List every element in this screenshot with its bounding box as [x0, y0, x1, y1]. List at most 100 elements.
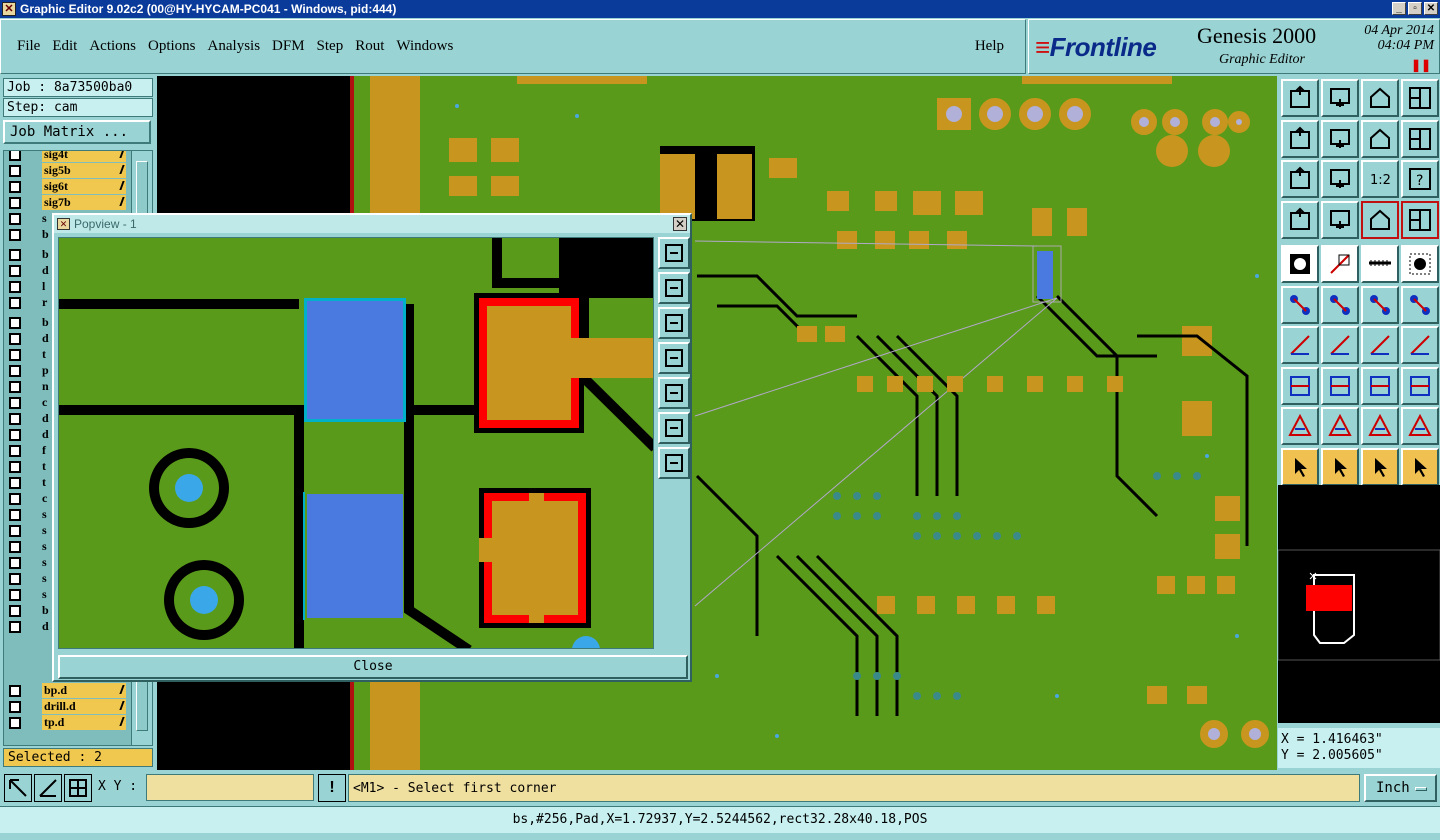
undo-view-button[interactable]: [1361, 119, 1399, 158]
layer-row[interactable]: tp.d: [4, 715, 128, 731]
layer-checkbox[interactable]: [9, 493, 21, 505]
layer-name-partial[interactable]: b: [42, 247, 49, 262]
layer-checkbox[interactable]: [9, 281, 21, 293]
popview-pan-left-button[interactable]: [658, 342, 690, 374]
redraw-button[interactable]: [1401, 119, 1439, 158]
layer-name-partial[interactable]: s: [42, 211, 47, 226]
arc-red-button[interactable]: [1361, 407, 1399, 445]
layer-row[interactable]: sig7b: [4, 195, 128, 211]
layer-row[interactable]: sig6t: [4, 179, 128, 195]
layer-name-partial[interactable]: d: [42, 427, 49, 442]
zoom-home-button[interactable]: [1281, 79, 1319, 117]
arc-red-2-button[interactable]: [1401, 407, 1439, 445]
menu-options[interactable]: Options: [148, 38, 196, 55]
layer-name-partial[interactable]: b: [42, 315, 49, 330]
layer-name[interactable]: drill.d: [42, 699, 126, 714]
layer-name[interactable]: sig6t: [42, 179, 126, 194]
layer-checkbox[interactable]: [9, 717, 21, 729]
line-cut-button[interactable]: [1321, 366, 1359, 405]
layer-name[interactable]: tp.d: [42, 715, 126, 730]
layer-checkbox[interactable]: [9, 297, 21, 309]
layer-name-partial[interactable]: s: [42, 587, 47, 602]
menu-help[interactable]: Help: [975, 38, 1004, 55]
job-matrix-button[interactable]: Job Matrix ...: [3, 120, 151, 144]
layer-row[interactable]: drill.d: [4, 699, 128, 715]
line-draw-button[interactable]: [1321, 326, 1359, 364]
cross-tool-button[interactable]: [1401, 326, 1439, 364]
pan-right-button[interactable]: [1321, 119, 1359, 158]
popview-close-icon[interactable]: ✕: [673, 217, 687, 231]
layer-checkbox[interactable]: [9, 229, 21, 241]
layer-name-partial[interactable]: d: [42, 331, 49, 346]
layer-checkbox[interactable]: [9, 249, 21, 261]
layer-name-partial[interactable]: d: [42, 263, 49, 278]
menu-dfm[interactable]: DFM: [272, 38, 305, 55]
layer-name[interactable]: bp.d: [42, 683, 126, 698]
layer-checkbox[interactable]: [9, 365, 21, 377]
layer-name-partial[interactable]: s: [42, 555, 47, 570]
ratio-one-button[interactable]: 1:2: [1361, 160, 1399, 198]
menu-actions[interactable]: Actions: [89, 38, 136, 55]
layer-checkbox[interactable]: [9, 397, 21, 409]
feature-blue-button[interactable]: [1401, 366, 1439, 405]
triangle-tool-button[interactable]: [1281, 407, 1319, 445]
layer-checkbox[interactable]: [9, 509, 21, 521]
fit-all-button[interactable]: [1281, 160, 1319, 198]
layer-checkbox[interactable]: [9, 461, 21, 473]
layer-checkbox[interactable]: [9, 701, 21, 713]
overview-map[interactable]: [1277, 485, 1440, 723]
layer-name-partial[interactable]: d: [42, 619, 49, 634]
zoom-in-box-button[interactable]: [1321, 79, 1359, 117]
layer-name-partial[interactable]: p: [42, 363, 49, 378]
menu-edit[interactable]: Edit: [52, 38, 77, 55]
pointer-net-button[interactable]: [1401, 447, 1439, 486]
layer-name[interactable]: sig5b: [42, 163, 126, 178]
layer-row[interactable]: sig5b: [4, 163, 128, 179]
restore-button[interactable]: ▫: [1408, 2, 1422, 15]
popview-fit-view-button[interactable]: [658, 412, 690, 444]
fill-mode-button[interactable]: [1281, 245, 1319, 283]
layer-name-partial[interactable]: t: [42, 347, 46, 362]
single-layer-button[interactable]: [1401, 245, 1439, 283]
popview-zoom-out-button[interactable]: [658, 272, 690, 304]
minimize-button[interactable]: _: [1392, 2, 1406, 15]
layer-settings-button[interactable]: [1281, 200, 1319, 239]
layer-checkbox[interactable]: [9, 349, 21, 361]
layer-checkbox[interactable]: [9, 525, 21, 537]
xy-input[interactable]: [146, 774, 314, 801]
layer-name[interactable]: sig4t: [42, 151, 126, 162]
layer-name-partial[interactable]: f: [42, 443, 46, 458]
layer-name-partial[interactable]: c: [42, 491, 47, 506]
menu-analysis[interactable]: Analysis: [208, 38, 261, 55]
layer-name-partial[interactable]: s: [42, 539, 47, 554]
layer-checkbox[interactable]: [9, 589, 21, 601]
layer-checkbox[interactable]: [9, 265, 21, 277]
popview-title-bar[interactable]: ✕ Popview - 1: [54, 215, 690, 233]
snap-red-2-button[interactable]: [1401, 200, 1439, 239]
layer-checkbox[interactable]: [9, 541, 21, 553]
layer-checkbox[interactable]: [9, 333, 21, 345]
close-node-button[interactable]: [1321, 285, 1359, 324]
layer-name-partial[interactable]: s: [42, 571, 47, 586]
layer-checkbox[interactable]: [9, 429, 21, 441]
layer-checkbox[interactable]: [9, 213, 21, 225]
popview-close-button[interactable]: Close: [58, 655, 688, 679]
popview-zoom-home-button[interactable]: [658, 307, 690, 339]
feature-add-button[interactable]: [1281, 366, 1319, 405]
layer-checkbox[interactable]: [9, 413, 21, 425]
menu-file[interactable]: File: [17, 38, 40, 55]
close-window-button[interactable]: ✕: [1424, 2, 1438, 15]
layer-name[interactable]: sig7b: [42, 195, 126, 210]
layer-name-partial[interactable]: d: [42, 411, 49, 426]
layer-name-partial[interactable]: c: [42, 395, 47, 410]
layer-checkbox[interactable]: [9, 181, 21, 193]
layer-checkbox[interactable]: [9, 151, 21, 161]
menu-windows[interactable]: Windows: [396, 38, 453, 55]
layer-name-partial[interactable]: t: [42, 459, 46, 474]
layer-checkbox[interactable]: [9, 557, 21, 569]
query-icon-button[interactable]: ?: [1401, 160, 1439, 198]
snap-mode-button[interactable]: [4, 774, 32, 802]
layer-checkbox[interactable]: [9, 197, 21, 209]
fit-window-button[interactable]: [1401, 79, 1439, 117]
pointer-box-button[interactable]: [1321, 447, 1359, 486]
